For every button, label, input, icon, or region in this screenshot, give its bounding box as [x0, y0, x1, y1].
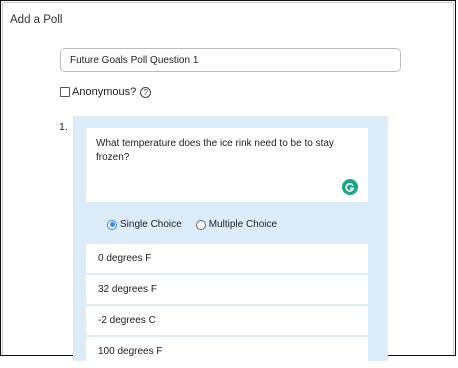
answer-field-2[interactable]: 32 degrees F: [86, 275, 368, 304]
anonymous-checkbox[interactable]: [60, 87, 70, 97]
anonymous-label: Anonymous?: [72, 86, 137, 98]
single-choice-label: Single Choice: [120, 219, 182, 230]
multiple-choice-option[interactable]: Multiple Choice: [195, 219, 278, 230]
grammarly-glyph: [345, 183, 355, 192]
multiple-choice-radio[interactable]: [195, 219, 206, 230]
help-circle-icon[interactable]: ?: [140, 86, 152, 98]
poll-topic-input[interactable]: [60, 48, 401, 72]
poll-dialog-body: Add a Poll Anonymous? ? 1. What temperat…: [2, 2, 454, 366]
dialog-title: Add a Poll: [10, 14, 63, 26]
question-text-field[interactable]: What temperature does the ice rink need …: [86, 128, 368, 202]
answer-field-1[interactable]: 0 degrees F: [86, 244, 368, 273]
anonymous-option[interactable]: Anonymous? ?: [60, 86, 152, 98]
answer-type-selector: Single Choice Multiple Choice: [107, 219, 291, 230]
answer-list: 0 degrees F 32 degrees F -2 degrees C 10…: [86, 244, 368, 368]
grammarly-icon[interactable]: [342, 179, 358, 195]
single-choice-radio[interactable]: [107, 219, 117, 230]
question-text: What temperature does the ice rink need …: [96, 138, 334, 163]
poll-dialog: Add a Poll Anonymous? ? 1. What temperat…: [0, 0, 456, 366]
answer-field-3[interactable]: -2 degrees C: [86, 306, 368, 335]
multiple-choice-label: Multiple Choice: [208, 219, 278, 230]
single-choice-option[interactable]: Single Choice: [107, 219, 182, 230]
question-panel: What temperature does the ice rink need …: [73, 116, 388, 366]
answer-field-4[interactable]: 100 degrees F: [86, 337, 368, 366]
question-number: 1.: [59, 121, 68, 133]
